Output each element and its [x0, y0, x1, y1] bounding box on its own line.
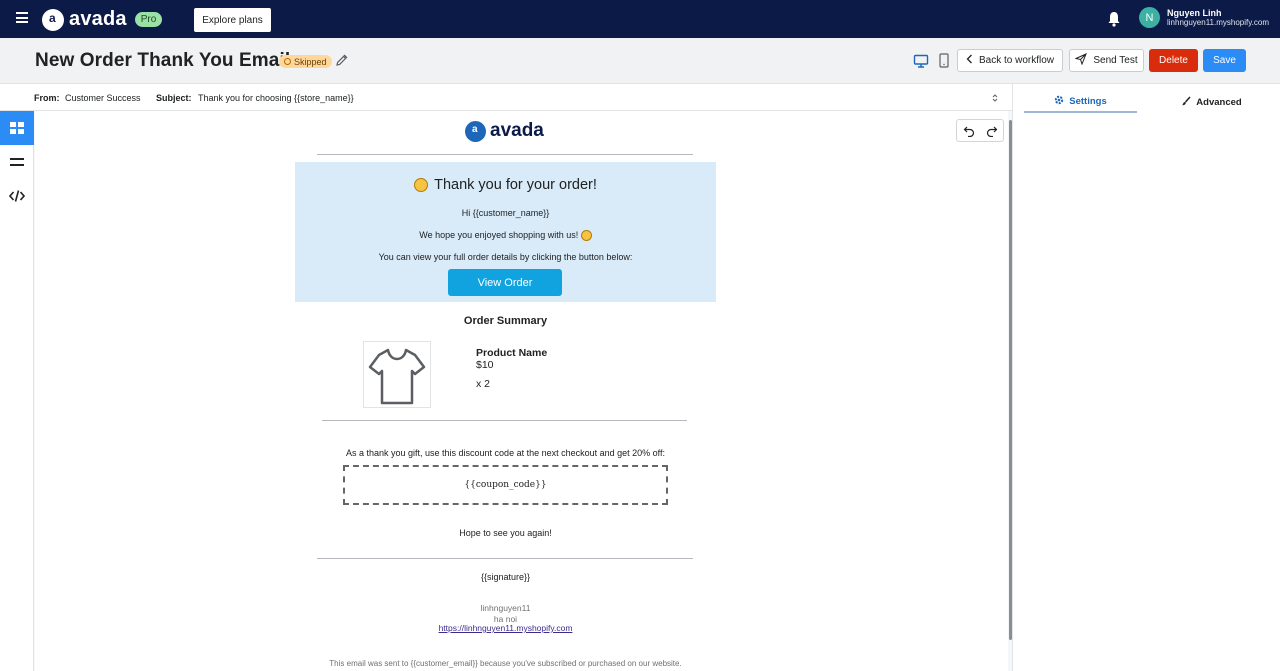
status-label: Skipped: [294, 56, 327, 67]
redo-icon[interactable]: [985, 124, 999, 138]
product-price: $10: [476, 359, 494, 371]
hope-line: We hope you enjoyed shopping with us!: [295, 230, 716, 242]
brand-logo[interactable]: avada Pro: [42, 8, 163, 31]
code-icon[interactable]: [0, 179, 34, 213]
thank-you-banner[interactable]: Thank you for your order! Hi {{customer_…: [295, 162, 716, 302]
divider: [317, 154, 693, 155]
divider: [322, 420, 687, 421]
heading-row: Thank you for your order!: [295, 177, 716, 193]
rows-icon[interactable]: [0, 145, 34, 179]
right-panel: Settings Advanced: [1012, 84, 1280, 671]
tab-advanced-label: Advanced: [1196, 96, 1242, 108]
mobile-icon[interactable]: [939, 53, 949, 68]
left-tool-rail: [0, 111, 34, 671]
subject-value[interactable]: Thank you for choosing {{store_name}}: [198, 93, 354, 103]
page-header: New Order Thank You Email Skipped Back t…: [0, 38, 1280, 84]
shop-name: linhnguyen11: [480, 603, 531, 613]
status-badge: Skipped: [279, 55, 332, 68]
email-logo: avada: [465, 120, 544, 142]
expand-toggle-icon[interactable]: [990, 92, 1000, 104]
product-quantity: x 2: [476, 378, 491, 390]
brush-icon: [1181, 95, 1191, 109]
send-test-label: Send Test: [1093, 55, 1138, 66]
avada-logo-icon: [465, 120, 486, 142]
avada-logo-icon: [42, 8, 64, 31]
bell-icon[interactable]: [1107, 11, 1121, 27]
shop-url-link[interactable]: https://linhnguyen11.myshopify.com: [295, 623, 716, 633]
hope-see-text: Hope to see you again!: [459, 528, 552, 538]
send-test-button[interactable]: Send Test: [1069, 49, 1144, 72]
view-details-text: You can view your full order details by …: [378, 252, 633, 262]
email-heading: Thank you for your order!: [434, 177, 597, 193]
subject-label: Subject:: [156, 93, 192, 103]
brand-name: avada: [69, 8, 127, 30]
hamburger-icon[interactable]: [16, 12, 28, 23]
back-label: Back to workflow: [978, 55, 1055, 66]
view-order-button[interactable]: View Order: [448, 269, 562, 296]
user-name: Nguyen Linh: [1167, 8, 1222, 18]
delete-button[interactable]: Delete: [1149, 49, 1198, 72]
email-canvas[interactable]: avada Thank you for your order! Hi {{cus…: [35, 111, 1008, 671]
back-to-workflow-button[interactable]: Back to workflow: [957, 49, 1063, 72]
smiling-face-icon: [580, 230, 592, 242]
blocks-icon[interactable]: [0, 111, 34, 145]
smiling-face-icon: [414, 178, 429, 192]
footer-text: This email was sent to {{customer_email}…: [329, 659, 682, 668]
undo-icon[interactable]: [962, 124, 976, 138]
user-menu[interactable]: N Nguyen Linh linhnguyen11.myshopify.com: [1139, 7, 1269, 28]
send-icon: [1074, 53, 1088, 68]
plan-badge: Pro: [134, 12, 163, 27]
user-shop: linhnguyen11.myshopify.com: [1167, 18, 1269, 27]
tab-settings-label: Settings: [1069, 95, 1107, 107]
hope-line-text: We hope you enjoyed shopping with us!: [419, 230, 579, 240]
product-image[interactable]: [363, 341, 431, 408]
history-controls: [956, 119, 1004, 142]
coupon-code-box[interactable]: {{coupon_code}}: [343, 465, 668, 505]
save-button[interactable]: Save: [1203, 49, 1246, 72]
status-dot-icon: [284, 58, 291, 65]
email-logo-text: avada: [490, 120, 544, 141]
email-meta-row: From: Customer Success Subject: Thank yo…: [0, 84, 1012, 111]
top-bar: avada Pro Explore plans N Nguyen Linh li…: [0, 0, 1280, 38]
desktop-icon[interactable]: [913, 54, 929, 68]
gift-text: As a thank you gift, use this discount c…: [345, 448, 666, 458]
from-label: From:: [34, 93, 60, 103]
divider: [317, 558, 693, 559]
avatar: N: [1139, 7, 1160, 28]
gear-icon: [1054, 95, 1064, 108]
chevron-left-icon: [966, 54, 973, 67]
order-summary-heading: Order Summary: [463, 315, 548, 327]
tab-settings[interactable]: Settings: [1024, 91, 1137, 113]
tshirt-icon: [368, 348, 426, 404]
page-title: New Order Thank You Email: [35, 50, 291, 71]
product-name: Product Name: [476, 347, 548, 359]
signature: {{signature}}: [480, 572, 531, 582]
explore-plans-button[interactable]: Explore plans: [194, 8, 271, 32]
greeting: Hi {{customer_name}}: [461, 208, 550, 218]
tab-advanced[interactable]: Advanced: [1159, 91, 1264, 113]
from-value[interactable]: Customer Success: [65, 93, 141, 103]
pencil-icon[interactable]: [335, 53, 349, 67]
